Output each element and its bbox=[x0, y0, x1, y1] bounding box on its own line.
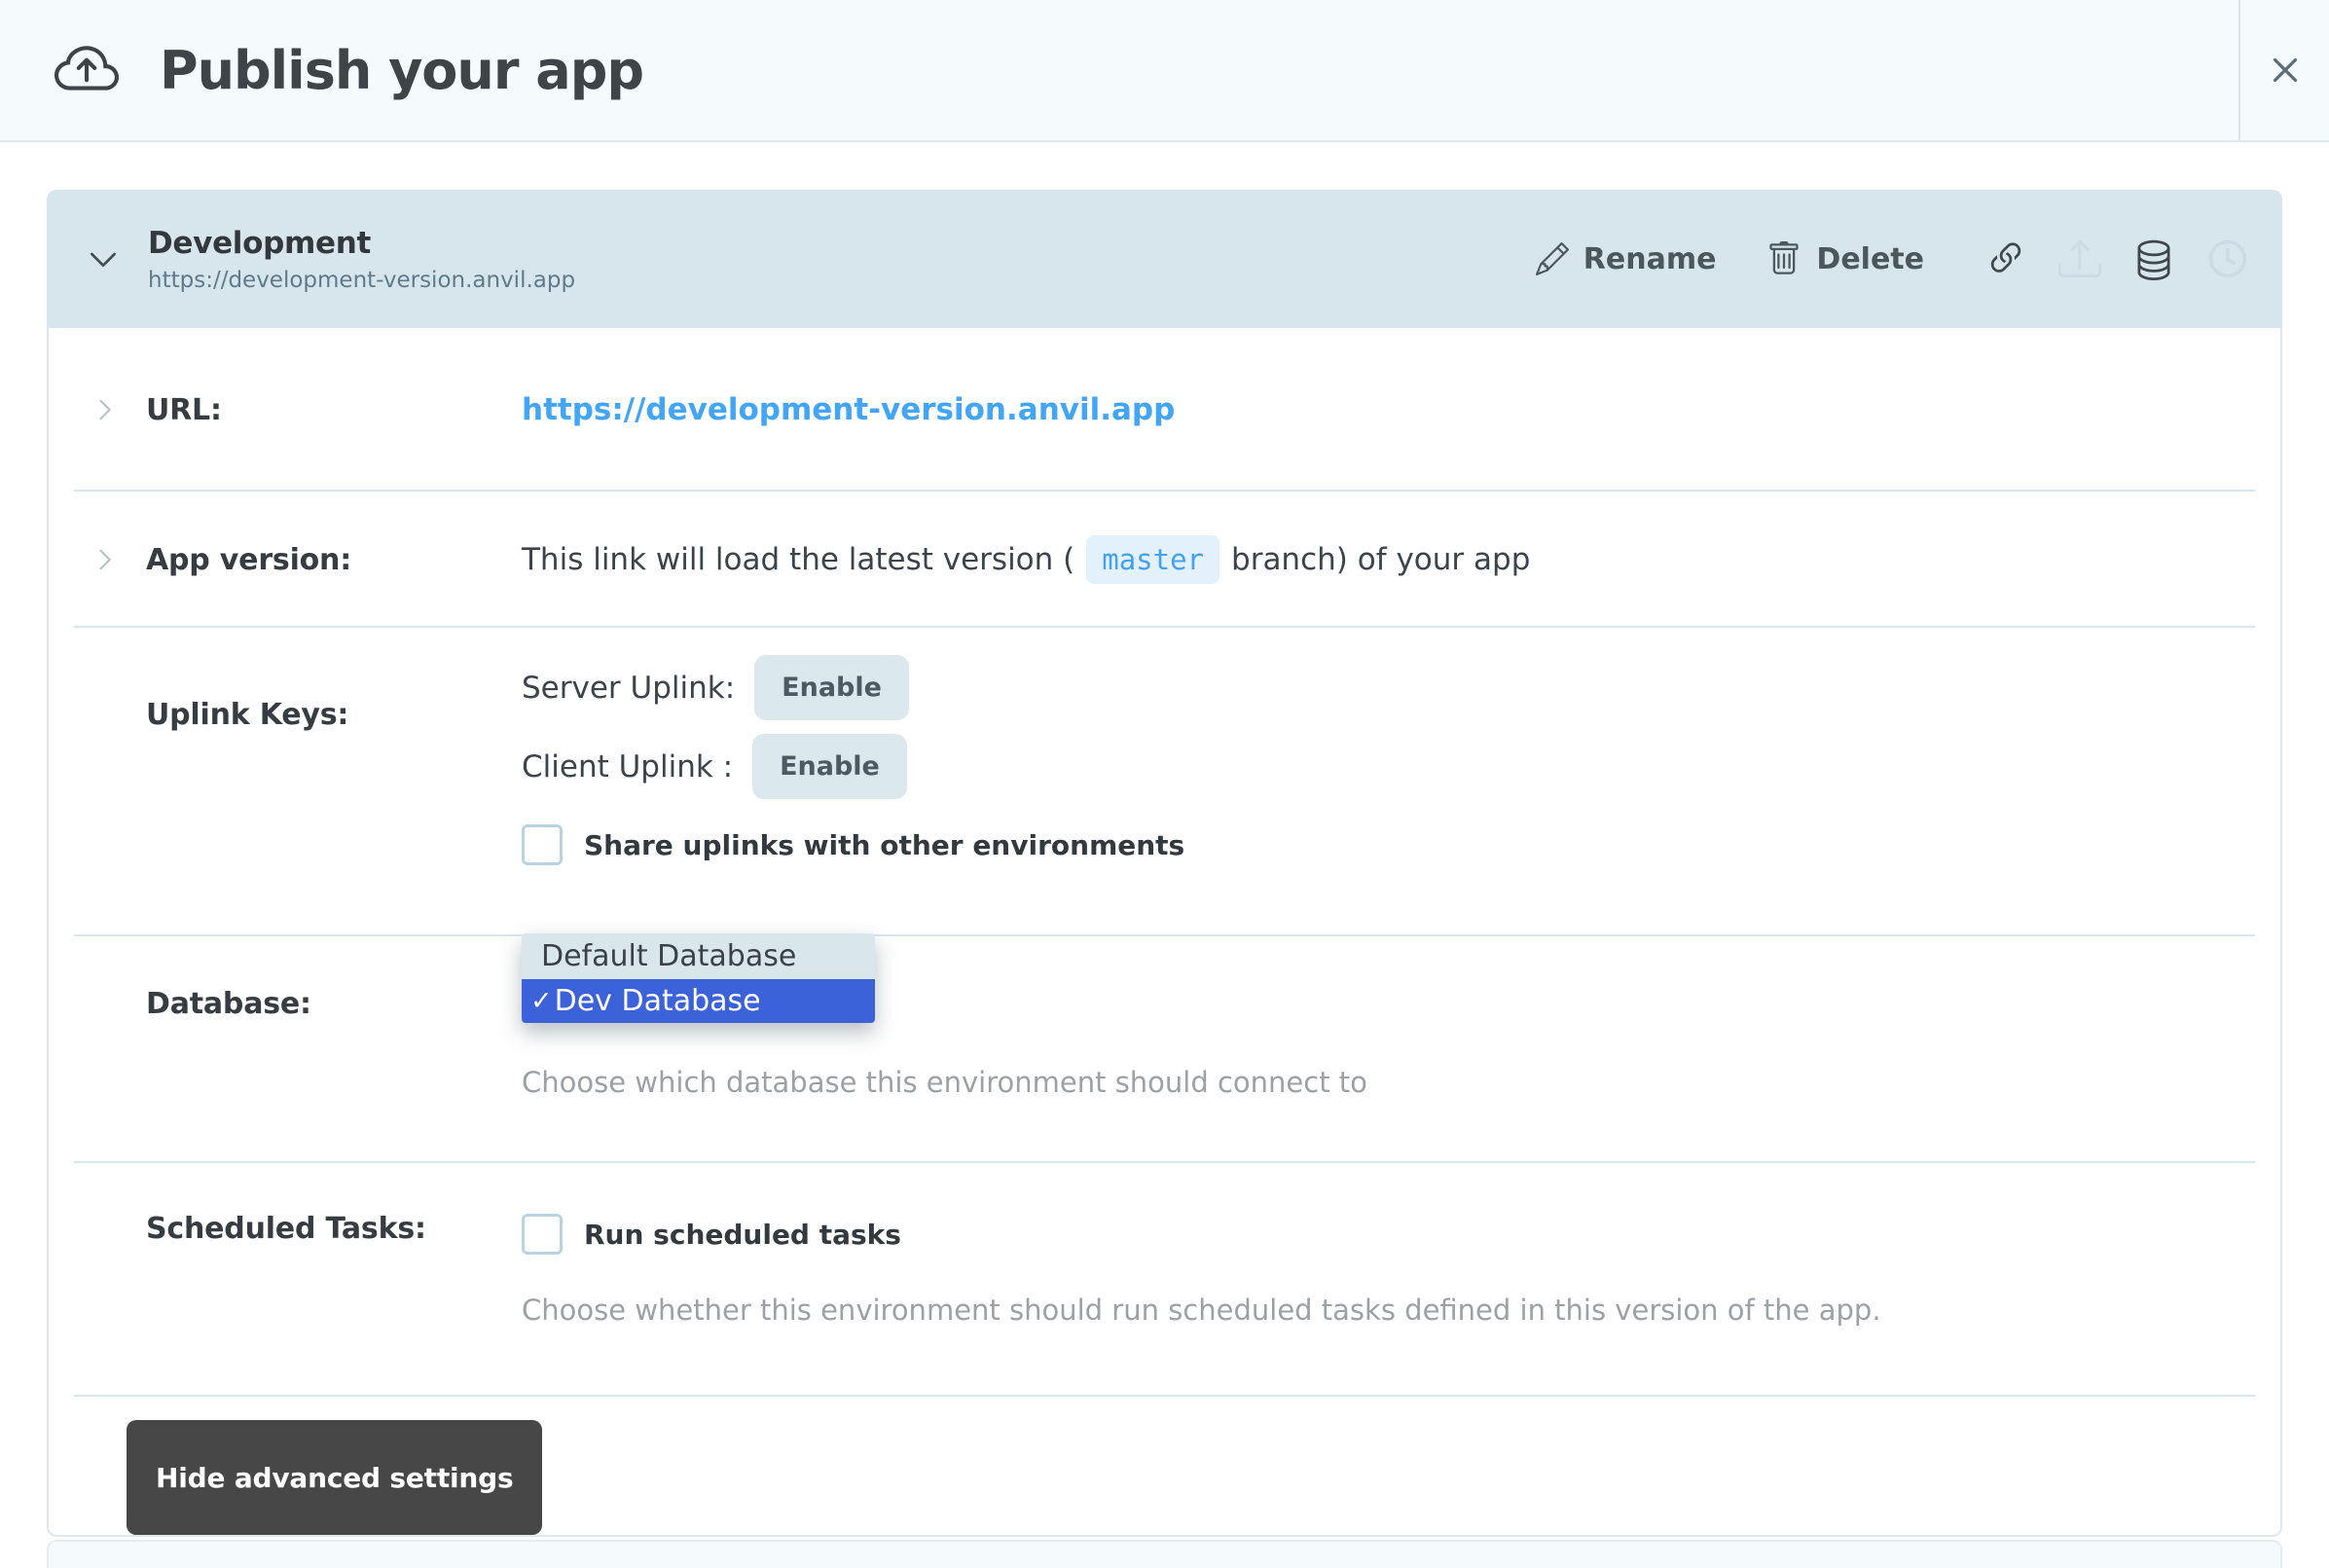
environment-settings: URL: https://development-version.anvil.a… bbox=[47, 328, 2282, 1537]
pencil-icon bbox=[1536, 242, 1569, 275]
uplink-keys-label: Uplink Keys: bbox=[146, 698, 348, 732]
link-icon[interactable] bbox=[1984, 237, 2027, 280]
delete-button[interactable]: Delete bbox=[1766, 241, 1924, 276]
checkmark-icon: ✓ bbox=[530, 986, 553, 1016]
next-environment-strip[interactable] bbox=[47, 1540, 2282, 1568]
environment-panel-header[interactable]: Development https://development-version.… bbox=[47, 190, 2282, 328]
server-uplink-label: Server Uplink: bbox=[522, 671, 735, 706]
dialog-header-left: Publish your app bbox=[0, 38, 2238, 102]
scheduled-helper-text: Choose whether this environment should r… bbox=[522, 1294, 2280, 1327]
client-uplink-enable-button[interactable]: Enable bbox=[752, 734, 907, 799]
share-uplinks-checkbox[interactable] bbox=[522, 824, 563, 865]
scheduled-content: Run scheduled tasks Choose whether this … bbox=[522, 1163, 2280, 1397]
run-scheduled-line: Run scheduled tasks bbox=[522, 1214, 2280, 1255]
chevron-down-icon[interactable] bbox=[84, 239, 123, 278]
environment-name: Development bbox=[148, 226, 575, 261]
upload-icon[interactable] bbox=[2058, 237, 2101, 280]
uplink-keys-row: Uplink Keys: Server Uplink: Enable Clien… bbox=[49, 628, 2280, 936]
app-version-label: App version: bbox=[146, 543, 351, 577]
url-row: URL: https://development-version.anvil.a… bbox=[49, 328, 2280, 492]
database-row: Database: Default Database ✓Dev Database… bbox=[49, 936, 2280, 1163]
hide-advanced-settings-button[interactable]: Hide advanced settings bbox=[127, 1420, 542, 1535]
dialog-body: Development https://development-version.… bbox=[0, 190, 2329, 1568]
environment-titles: Development https://development-version.… bbox=[148, 226, 575, 293]
advanced-settings-footer: Hide advanced settings bbox=[49, 1397, 2280, 1535]
uplink-content: Server Uplink: Enable Client Uplink : En… bbox=[522, 655, 2280, 936]
run-scheduled-tasks-checkbox[interactable] bbox=[522, 1214, 563, 1255]
dialog-title: Publish your app bbox=[160, 40, 643, 101]
scheduled-tasks-label: Scheduled Tasks: bbox=[146, 1212, 426, 1246]
server-uplink-line: Server Uplink: Enable bbox=[522, 655, 2280, 720]
environment-panel: Development https://development-version.… bbox=[47, 190, 2282, 1537]
database-option-default[interactable]: Default Database bbox=[522, 933, 875, 979]
share-uplinks-line: Share uplinks with other environments bbox=[522, 824, 2280, 865]
app-version-label-cell: App version: bbox=[49, 543, 522, 577]
branch-name-code: master bbox=[1086, 535, 1219, 584]
client-uplink-label: Client Uplink : bbox=[522, 749, 733, 784]
url-label: URL: bbox=[146, 393, 222, 427]
chevron-right-icon[interactable] bbox=[91, 396, 121, 423]
scheduled-label-cell: Scheduled Tasks: bbox=[49, 1163, 522, 1397]
app-version-row: App version: This link will load the lat… bbox=[49, 492, 2280, 628]
database-option-dev-label: Dev Database bbox=[555, 984, 761, 1018]
app-version-text-after: branch) of your app bbox=[1231, 542, 1530, 577]
clock-icon[interactable] bbox=[2206, 237, 2249, 280]
cloud-upload-icon bbox=[55, 38, 119, 102]
trash-icon bbox=[1766, 241, 1801, 276]
uplink-label-cell: Uplink Keys: bbox=[49, 655, 522, 936]
database-helper-text: Choose which database this environment s… bbox=[522, 1066, 2280, 1099]
delete-label: Delete bbox=[1816, 242, 1924, 276]
rename-label: Rename bbox=[1583, 242, 1717, 276]
app-version-text-before: This link will load the latest version ( bbox=[522, 542, 1074, 577]
environment-url-subtitle: https://development-version.anvil.app bbox=[148, 268, 575, 293]
environment-actions: Rename Delete bbox=[1536, 237, 2249, 280]
url-row-content: https://development-version.anvil.app bbox=[522, 392, 2280, 427]
dialog-header: Publish your app bbox=[0, 0, 2329, 142]
database-content: Default Database ✓Dev Database Choose wh… bbox=[522, 936, 2280, 1163]
server-uplink-enable-button[interactable]: Enable bbox=[754, 655, 909, 720]
database-label: Database: bbox=[146, 987, 311, 1021]
close-icon bbox=[2268, 53, 2303, 88]
scheduled-tasks-row: Scheduled Tasks: Run scheduled tasks Cho… bbox=[49, 1163, 2280, 1397]
rename-button[interactable]: Rename bbox=[1536, 242, 1717, 276]
environment-toolbar-icons bbox=[1984, 237, 2249, 280]
database-label-cell: Database: bbox=[49, 936, 522, 1163]
database-icon[interactable] bbox=[2132, 237, 2175, 280]
close-button[interactable] bbox=[2238, 0, 2329, 140]
database-select-dropdown: Default Database ✓Dev Database bbox=[522, 933, 875, 1023]
app-version-text: This link will load the latest version (… bbox=[522, 542, 2280, 577]
share-uplinks-label: Share uplinks with other environments bbox=[584, 829, 1184, 861]
chevron-right-icon[interactable] bbox=[91, 546, 121, 573]
url-row-label-cell: URL: bbox=[49, 393, 522, 427]
run-scheduled-tasks-label: Run scheduled tasks bbox=[584, 1219, 901, 1251]
environment-url-link[interactable]: https://development-version.anvil.app bbox=[522, 392, 1175, 427]
database-option-dev-selected[interactable]: ✓Dev Database bbox=[522, 979, 875, 1023]
client-uplink-line: Client Uplink : Enable bbox=[522, 734, 2280, 799]
